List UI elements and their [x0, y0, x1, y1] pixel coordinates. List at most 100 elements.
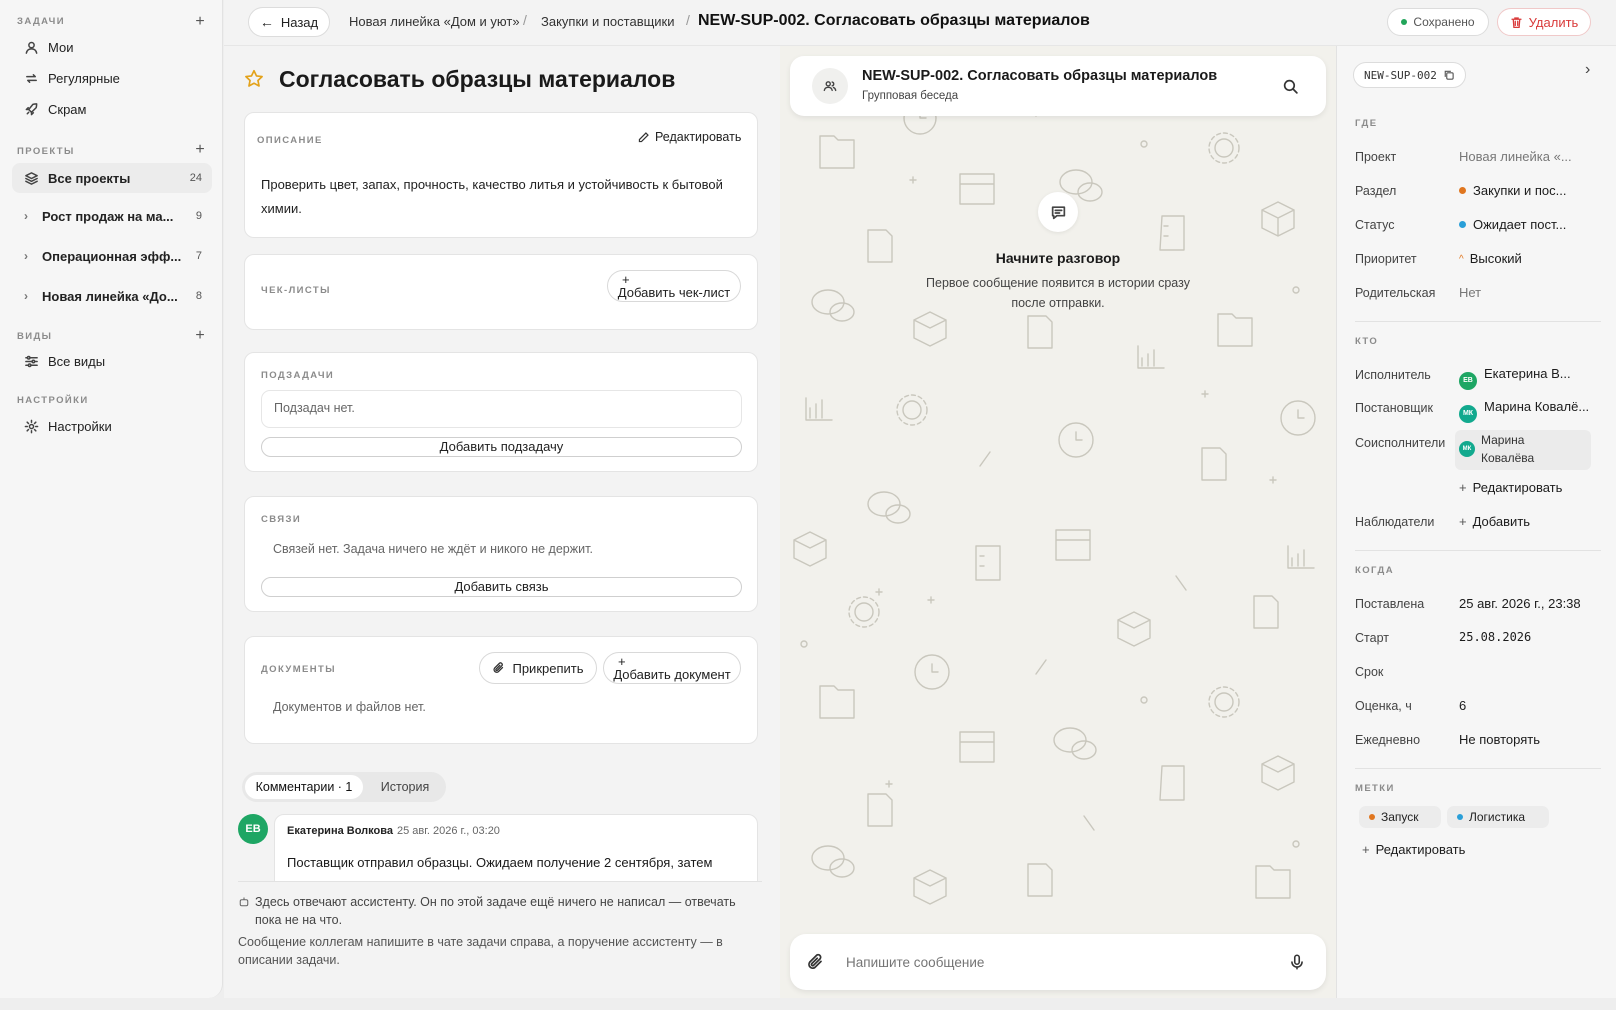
saved-label: Сохранено [1413, 15, 1475, 29]
tab-history[interactable]: История [372, 775, 438, 799]
start-value[interactable]: 25.08.2026 [1459, 630, 1531, 644]
attach-label: Прикрепить [512, 660, 584, 676]
back-button[interactable]: ← Назад [248, 7, 330, 37]
assignee-value[interactable]: ЕВ Екатерина В... [1459, 366, 1571, 390]
links-empty: Связей нет. Задача ничего не ждёт и нико… [273, 542, 593, 556]
delete-button[interactable]: Удалить [1497, 8, 1591, 36]
chat-empty-icon-wrap [1038, 192, 1078, 232]
status-dot-icon [1459, 221, 1466, 228]
details-panel: NEW-SUP-002 › ГДЕ Проект Новая линейка «… [1336, 46, 1616, 998]
task-title[interactable]: Согласовать образцы материалов [279, 66, 675, 93]
section-value[interactable]: Закупки и пос... [1459, 183, 1567, 198]
coassignees-label: Соисполнители [1355, 436, 1446, 450]
status-value[interactable]: Ожидает пост... [1459, 217, 1566, 232]
sidebar-item-my[interactable]: Мои [12, 32, 212, 62]
add-view-plus-icon[interactable]: + [192, 328, 208, 344]
estimate-value[interactable]: 6 [1459, 698, 1466, 713]
task-id-chip[interactable]: NEW-SUP-002 [1353, 62, 1466, 88]
arrow-left-icon: ← [259, 14, 274, 30]
sidebar-item-all-projects[interactable]: Все проекты 24 [12, 163, 212, 193]
star-icon[interactable] [243, 68, 265, 90]
collapse-panel-chevron-icon[interactable]: › [1585, 61, 1590, 79]
section-dot-icon [1459, 187, 1466, 194]
assignee-label: Исполнитель [1355, 368, 1431, 382]
robot-icon [239, 897, 249, 907]
breadcrumb-project[interactable]: Новая линейка «Дом и уют» [349, 14, 520, 29]
add-checklist-button[interactable]: + Добавить чек-лист [607, 270, 741, 302]
edit-coassignees-button[interactable]: + Редактировать [1459, 480, 1562, 495]
sidebar-section-views: ВИДЫ [17, 331, 53, 342]
task-main-column: Согласовать образцы материалов ОПИСАНИЕ … [224, 46, 780, 998]
group-avatar [812, 68, 848, 104]
sidebar-item-project[interactable]: › Новая линейка «До... 8 [12, 281, 212, 311]
plus-icon: + [1362, 842, 1370, 857]
due-value[interactable] [1459, 664, 1589, 680]
add-link-button[interactable]: Добавить связь [261, 577, 742, 597]
checklists-card: ЧЕК-ЛИСТЫ + Добавить чек-лист [244, 254, 758, 330]
edit-tags-button[interactable]: + Редактировать [1362, 842, 1465, 857]
sidebar-item-label: Все виды [48, 353, 106, 369]
saved-status: Сохранено [1387, 8, 1489, 36]
recurrence-value[interactable]: Не повторять [1459, 732, 1540, 747]
sidebar-item-project[interactable]: › Рост продаж на ма... 9 [12, 201, 212, 231]
edit-label: Редактировать [655, 130, 742, 144]
tab-comments[interactable]: Комментарии · 1 [245, 775, 363, 799]
top-bar: ← Назад Новая линейка «Дом и уют» / Заку… [224, 0, 1616, 46]
subtasks-card: ПОДЗАДАЧИ Подзадач нет. Добавить подзада… [244, 352, 758, 472]
project-count: 8 [195, 290, 202, 302]
back-label: Назад [280, 14, 319, 30]
repeat-icon [26, 73, 37, 83]
microphone-icon[interactable] [1288, 953, 1306, 971]
project-label: Проект [1355, 150, 1397, 164]
add-project-plus-icon[interactable]: + [192, 142, 208, 158]
tag-chip[interactable]: Логистика [1447, 806, 1549, 828]
add-document-button[interactable]: + Добавить документ [603, 652, 741, 684]
add-checklist-label: Добавить чек-лист [617, 285, 731, 300]
copy-icon[interactable] [1443, 69, 1455, 81]
tag-chip[interactable]: Запуск [1359, 806, 1441, 828]
reporter-value[interactable]: МК Марина Ковалё... [1459, 399, 1589, 423]
assistant-notes: Здесь отвечают ассистенту. Он по этой за… [238, 881, 762, 998]
sidebar-item-all-views[interactable]: Все виды [12, 346, 212, 376]
tag-dot-icon [1369, 814, 1375, 820]
sidebar-item-project[interactable]: › Операционная эфф... 7 [12, 241, 212, 271]
breadcrumb-separator: / [686, 12, 690, 28]
checklists-label: ЧЕК-ЛИСТЫ [261, 285, 331, 296]
sidebar-item-settings[interactable]: Настройки [12, 411, 212, 441]
plus-icon: + [1459, 514, 1467, 529]
add-watcher-button[interactable]: + Добавить [1459, 514, 1530, 529]
search-icon[interactable] [1282, 78, 1299, 95]
sidebar-item-scrum[interactable]: Скрам [12, 94, 212, 124]
paperclip-icon[interactable] [806, 952, 826, 972]
parent-value[interactable]: Нет [1459, 285, 1481, 300]
message-icon [1051, 205, 1065, 219]
description-text[interactable]: Проверить цвет, запах, прочность, качест… [261, 173, 741, 221]
pencil-icon [638, 131, 649, 142]
avatar: ЕВ [1459, 371, 1477, 390]
sidebar-item-recurring[interactable]: Регулярные [12, 63, 212, 93]
message-input[interactable] [846, 948, 1266, 976]
links-card: СВЯЗИ Связей нет. Задача ничего не ждёт … [244, 496, 758, 612]
coassignee-chip[interactable]: МК Марина Ковалёва [1455, 430, 1591, 470]
who-section: КТО [1355, 336, 1379, 347]
chevron-right-icon[interactable]: › [24, 289, 32, 303]
edit-description-button[interactable]: Редактировать [637, 130, 741, 144]
priority-label: Приоритет [1355, 252, 1417, 266]
layers-icon [25, 171, 38, 185]
add-task-plus-icon[interactable]: + [192, 14, 208, 30]
priority-value[interactable]: ^ Высокий [1459, 251, 1522, 266]
chevron-right-icon[interactable]: › [24, 209, 32, 223]
add-subtask-button[interactable]: Добавить подзадачу [261, 437, 742, 457]
project-value[interactable]: Новая линейка «... [1459, 149, 1572, 164]
breadcrumb-section[interactable]: Закупки и поставщики [541, 14, 675, 29]
tag-label: Логистика [1469, 810, 1526, 824]
subtasks-empty: Подзадач нет. [261, 390, 742, 428]
chevron-right-icon[interactable]: › [24, 249, 32, 263]
footer-note: Сообщение коллегам напишите в чате задач… [238, 935, 723, 967]
section-label: Раздел [1355, 184, 1397, 198]
paperclip-icon [493, 662, 504, 673]
attach-button[interactable]: Прикрепить [479, 652, 597, 684]
task-id: NEW-SUP-002 [1364, 68, 1437, 82]
start-label: Старт [1355, 631, 1389, 645]
reporter-label: Постановщик [1355, 401, 1433, 415]
